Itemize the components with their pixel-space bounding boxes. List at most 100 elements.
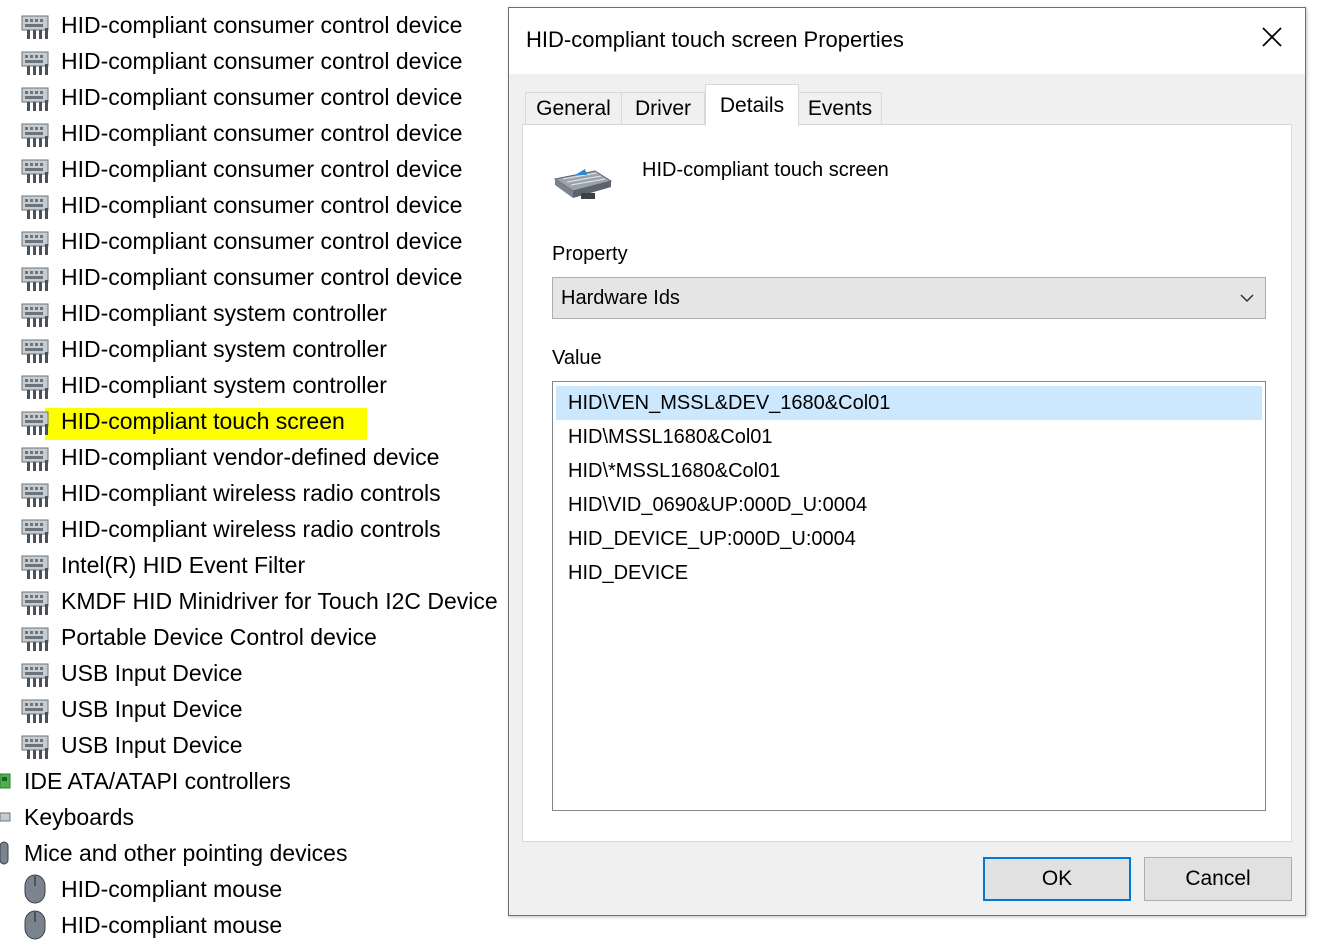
touch-screen-device-icon bbox=[553, 169, 613, 199]
tab-driver[interactable]: Driver bbox=[621, 92, 705, 124]
tree-item[interactable]: HID-compliant consumer control device bbox=[19, 115, 462, 151]
details-panel: HID-compliant touch screen Property Hard… bbox=[522, 124, 1292, 842]
tree-item[interactable]: HID-compliant system controller bbox=[19, 295, 387, 331]
tree-item[interactable]: USB Input Device bbox=[19, 691, 243, 727]
tree-item[interactable]: HID-compliant consumer control device bbox=[19, 79, 462, 115]
tree-item-label: HID-compliant mouse bbox=[61, 912, 283, 938]
tree-item[interactable]: HID-compliant vendor-defined device bbox=[19, 439, 439, 475]
property-selected-value: Hardware Ids bbox=[561, 286, 680, 309]
tree-item-label: HID-compliant wireless radio controls bbox=[61, 480, 441, 506]
tree-item-label: HID-compliant consumer control device bbox=[61, 264, 463, 290]
property-dropdown[interactable]: Hardware Ids bbox=[552, 277, 1266, 319]
tree-item[interactable]: HID-compliant system controller bbox=[19, 331, 387, 367]
tree-item-label: KMDF HID Minidriver for Touch I2C Device bbox=[61, 588, 498, 614]
tree-item[interactable]: Portable Device Control device bbox=[19, 619, 377, 655]
tab-general[interactable]: General bbox=[525, 92, 622, 124]
tree-item[interactable]: Intel(R) HID Event Filter bbox=[19, 547, 305, 583]
value-list-item[interactable]: HID\VEN_MSSL&DEV_1680&Col01 bbox=[556, 386, 1262, 420]
tree-item-label: HID-compliant system controller bbox=[61, 336, 387, 362]
tab-label: General bbox=[536, 96, 611, 120]
tree-item-label: HID-compliant system controller bbox=[61, 372, 387, 398]
value-list-item[interactable]: HID_DEVICE bbox=[556, 556, 1262, 590]
mouse-icon bbox=[19, 874, 53, 904]
tree-item[interactable]: HID-compliant consumer control device bbox=[19, 43, 462, 79]
hid-device-icon bbox=[19, 370, 53, 400]
tree-item[interactable]: USB Input Device bbox=[19, 655, 243, 691]
dialog-title-bar[interactable]: HID-compliant touch screen Properties bbox=[509, 8, 1305, 74]
hid-device-icon bbox=[19, 550, 53, 580]
tree-item[interactable]: HID-compliant consumer control device bbox=[19, 259, 462, 295]
tree-item-label: IDE ATA/ATAPI controllers bbox=[24, 768, 291, 794]
keyboard-icon bbox=[0, 802, 16, 832]
hid-device-icon bbox=[19, 694, 53, 724]
tree-item[interactable]: HID-compliant consumer control device bbox=[19, 187, 462, 223]
hid-device-icon bbox=[19, 46, 53, 76]
hid-device-icon bbox=[19, 10, 53, 40]
tree-item-label: HID-compliant consumer control device bbox=[61, 48, 463, 74]
hid-device-icon bbox=[19, 118, 53, 148]
value-list-item[interactable]: HID\*MSSL1680&Col01 bbox=[556, 454, 1262, 488]
tree-item[interactable]: HID-compliant consumer control device bbox=[19, 7, 462, 43]
tree-item[interactable]: HID-compliant touch screen bbox=[19, 403, 367, 440]
value-list-item[interactable]: HID\VID_0690&UP:000D_U:0004 bbox=[556, 488, 1262, 522]
hid-device-icon bbox=[19, 514, 53, 544]
ide-controller-icon bbox=[0, 766, 16, 796]
value-label: Value bbox=[552, 347, 602, 369]
tree-item-label: HID-compliant touch screen bbox=[45, 408, 367, 440]
property-label: Property bbox=[552, 243, 628, 265]
tree-item[interactable]: IDE ATA/ATAPI controllers bbox=[0, 763, 291, 799]
value-list[interactable]: HID\VEN_MSSL&DEV_1680&Col01 HID\MSSL1680&… bbox=[552, 381, 1266, 811]
tree-item[interactable]: HID-compliant mouse bbox=[19, 907, 282, 943]
tree-item[interactable]: HID-compliant wireless radio controls bbox=[19, 511, 441, 547]
tree-item[interactable]: KMDF HID Minidriver for Touch I2C Device bbox=[19, 583, 498, 619]
dialog-title: HID-compliant touch screen Properties bbox=[526, 27, 904, 52]
hid-device-icon bbox=[19, 262, 53, 292]
hid-device-icon bbox=[19, 298, 53, 328]
tree-item[interactable]: USB Input Device bbox=[19, 727, 243, 763]
tree-item-label: HID-compliant consumer control device bbox=[61, 84, 463, 110]
device-tree: HID-compliant consumer control device HID… bbox=[0, 0, 506, 949]
close-button[interactable] bbox=[1239, 8, 1305, 66]
tree-item-label: Mice and other pointing devices bbox=[24, 840, 348, 866]
tree-item-label: Intel(R) HID Event Filter bbox=[61, 552, 306, 578]
chevron-down-icon bbox=[1240, 294, 1254, 303]
tree-item-label: HID-compliant consumer control device bbox=[61, 156, 463, 182]
tree-item[interactable]: HID-compliant consumer control device bbox=[19, 151, 462, 187]
tree-item[interactable]: HID-compliant system controller bbox=[19, 367, 387, 403]
tab-label: Driver bbox=[635, 96, 691, 120]
tree-item-label: USB Input Device bbox=[61, 660, 243, 686]
value-list-item[interactable]: HID\MSSL1680&Col01 bbox=[556, 420, 1262, 454]
tree-item-label: HID-compliant consumer control device bbox=[61, 192, 463, 218]
tab-details[interactable]: Details bbox=[705, 84, 799, 126]
device-name: HID-compliant touch screen bbox=[642, 159, 889, 181]
hid-device-icon bbox=[19, 622, 53, 652]
tree-item-label: HID-compliant system controller bbox=[61, 300, 387, 326]
tree-item-label: USB Input Device bbox=[61, 696, 243, 722]
mouse-icon bbox=[19, 910, 53, 940]
hid-device-icon bbox=[19, 82, 53, 112]
tree-item-label: USB Input Device bbox=[61, 732, 243, 758]
tab-events[interactable]: Events bbox=[798, 92, 882, 124]
hid-device-icon bbox=[19, 154, 53, 184]
cancel-button[interactable]: Cancel bbox=[1144, 857, 1292, 901]
tree-item-label: HID-compliant vendor-defined device bbox=[61, 444, 440, 470]
hid-device-icon bbox=[19, 442, 53, 472]
tree-item-label: HID-compliant consumer control device bbox=[61, 12, 463, 38]
tree-item[interactable]: Mice and other pointing devices bbox=[0, 835, 347, 871]
tree-item[interactable]: Keyboards bbox=[0, 799, 134, 835]
tree-item-label: HID-compliant consumer control device bbox=[61, 228, 463, 254]
hid-device-icon bbox=[19, 478, 53, 508]
tree-item[interactable]: HID-compliant consumer control device bbox=[19, 223, 462, 259]
hid-device-icon bbox=[19, 406, 53, 436]
hid-device-icon bbox=[19, 586, 53, 616]
ok-button[interactable]: OK bbox=[983, 857, 1131, 901]
tree-item[interactable]: HID-compliant mouse bbox=[19, 871, 282, 907]
hid-device-icon bbox=[19, 226, 53, 256]
tree-item-label: HID-compliant mouse bbox=[61, 876, 283, 902]
tab-label: Details bbox=[719, 93, 785, 117]
value-list-item[interactable]: HID_DEVICE_UP:000D_U:0004 bbox=[556, 522, 1262, 556]
tree-item-label: HID-compliant wireless radio controls bbox=[61, 516, 441, 542]
tree-item-label: Keyboards bbox=[24, 804, 134, 830]
tab-label: Events bbox=[807, 96, 873, 120]
tree-item[interactable]: HID-compliant wireless radio controls bbox=[19, 475, 441, 511]
